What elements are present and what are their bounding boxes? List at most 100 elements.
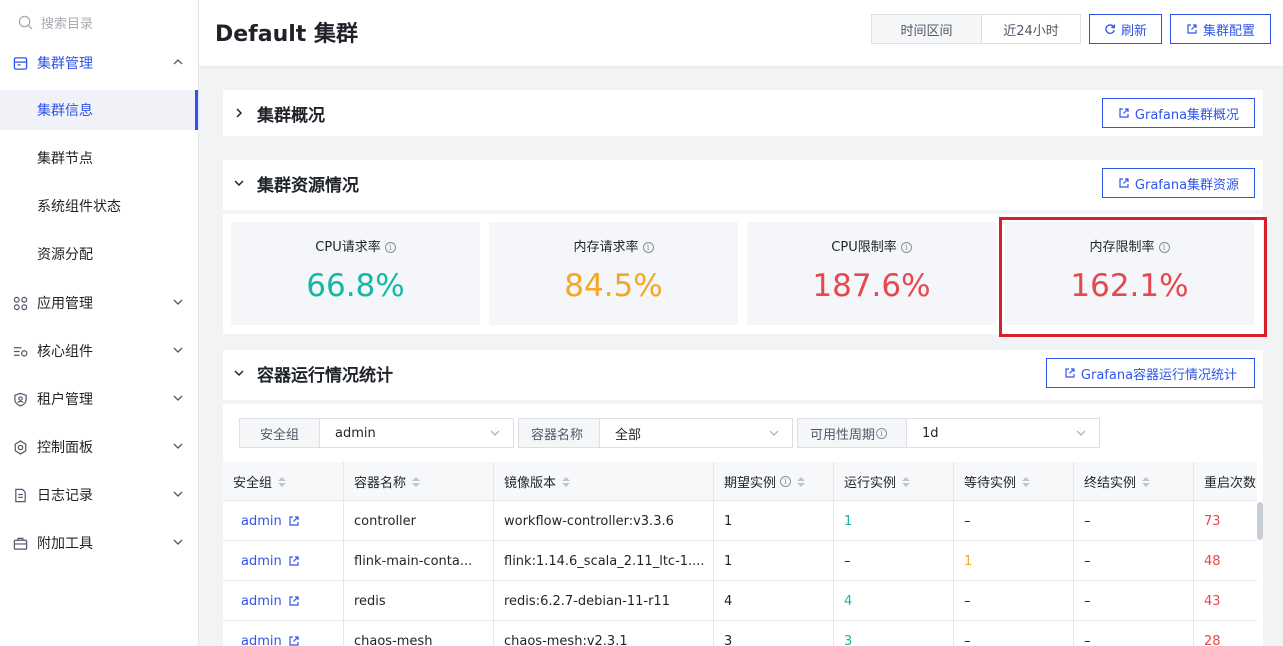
nav-group-label: 核心组件 [37,344,93,360]
log-icon [12,487,28,503]
chevron-up-icon [173,59,183,65]
overview-title: 集群概况 [257,105,325,126]
column-header-running-instances[interactable]: 运行实例 [834,462,954,501]
chevron-right-icon [233,106,247,120]
chevron-down-icon [173,395,183,401]
nav-group-label: 附加工具 [37,536,93,552]
page-header: Default 集群 时间区间 近24小时 刷新 集群配置 [199,0,1283,66]
column-header-container-name[interactable]: 容器名称 [344,462,494,501]
nav-group-control-panel[interactable]: 控制面板 [0,423,198,471]
sort-icon[interactable] [797,476,806,487]
page-title: Default 集群 [215,22,358,47]
table-header: 安全组 容器名称 镜像版本 期望实例 i 运行实例 等待实例 终结实例 重启次数 [223,462,1257,501]
column-header-image-version[interactable]: 镜像版本 [494,462,714,501]
filter-label: 容器名称 [519,419,600,447]
sidebar-item-label: 集群节点 [37,151,93,167]
section-divider [223,210,1263,214]
cluster-config-label: 集群配置 [1202,23,1255,39]
filter-value: 全部 [615,427,642,443]
security-group-link[interactable]: admin [223,541,344,581]
chevron-down-icon [173,539,183,545]
info-icon[interactable]: i [642,242,654,253]
column-header-restart-count[interactable]: 重启次数 [1194,462,1257,501]
table-scrollbar[interactable] [1257,502,1263,646]
link-text: admin [241,593,282,609]
time-range-picker[interactable]: 时间区间 近24小时 [871,14,1081,44]
nav-group-label: 控制面板 [37,440,93,456]
nav-group-label: 集群管理 [37,56,93,72]
time-range-label: 时间区间 [872,15,982,43]
nav-group-extra-tools[interactable]: 附加工具 [0,519,198,567]
metric-label-text: 内存请求率 [573,240,639,255]
filter-value: admin [335,425,376,441]
nav-group-app-management[interactable]: 应用管理 [0,279,198,327]
nav-group-tenant-management[interactable]: 租户管理 [0,375,198,423]
cell-pending: 1 [954,541,1074,581]
cell-running: 1 [834,501,954,541]
grafana-containers-button[interactable]: Grafana容器运行情况统计 [1046,358,1255,388]
table-row: admin redis redis:6.2.7-debian-11-r11 4 … [223,581,1257,621]
nav-group-cluster-management[interactable]: 集群管理 [0,39,198,87]
chevron-down-icon [173,347,183,353]
filter-availability-period[interactable]: 可用性周期 i 1d [797,418,1100,448]
info-icon[interactable]: i [780,476,792,487]
column-header-desired-instances[interactable]: 期望实例 i [714,462,834,501]
refresh-button[interactable]: 刷新 [1089,14,1162,44]
nav-group-label: 应用管理 [37,296,93,312]
filter-security-group[interactable]: 安全组 admin [239,418,514,448]
search-icon [18,15,33,30]
refresh-icon [1105,24,1116,34]
info-icon[interactable]: i [1158,242,1170,253]
metric-label-text: CPU请求率 [315,240,381,255]
filter-container-name[interactable]: 容器名称 全部 [518,418,793,448]
grafana-overview-button[interactable]: Grafana集群概况 [1102,98,1255,128]
tenant-icon [12,391,28,407]
sidebar-item-cluster-info[interactable]: 集群信息 [0,90,198,130]
sort-icon[interactable] [278,476,287,487]
security-group-link[interactable]: admin [223,621,344,646]
time-range-value[interactable]: 近24小时 [982,15,1080,43]
refresh-label: 刷新 [1120,23,1147,39]
info-icon[interactable]: i [876,427,888,439]
sidebar-search[interactable]: 搜索目录 [18,12,93,32]
sort-icon[interactable] [1022,476,1031,487]
filter-select[interactable]: 1d [907,419,1099,447]
sort-icon[interactable] [1142,476,1151,487]
cell-pending: – [954,501,1074,541]
sidebar-item-cluster-nodes[interactable]: 集群节点 [0,138,198,178]
scrollbar-thumb[interactable] [1257,502,1263,540]
column-header-terminated-instances[interactable]: 终结实例 [1074,462,1194,501]
cell-image-version: flink:1.14.6_scala_2.11_ltc-1.... [494,541,714,581]
metric-value: 187.6% [812,268,931,304]
filter-select[interactable]: admin [320,419,513,447]
chevron-down-icon [233,366,247,380]
grafana-resources-button[interactable]: Grafana集群资源 [1102,168,1255,198]
nav-group-log-records[interactable]: 日志记录 [0,471,198,519]
cluster-icon [12,55,28,71]
metric-label-text: CPU限制率 [831,240,897,255]
grafana-containers-label: Grafana容器运行情况统计 [1080,367,1238,383]
header-label: 运行实例 [844,476,897,491]
chevron-down-icon [233,176,247,190]
cell-pending: – [954,581,1074,621]
external-link-icon [289,556,299,566]
column-header-security-group[interactable]: 安全组 [223,462,344,501]
nav-group-core-components[interactable]: 核心组件 [0,327,198,375]
sidebar-item-system-components[interactable]: 系统组件状态 [0,186,198,226]
chevron-down-icon [769,430,779,436]
sort-icon[interactable] [412,476,421,487]
security-group-link[interactable]: admin [223,501,344,541]
column-header-pending-instances[interactable]: 等待实例 [954,462,1074,501]
metric-label-text: 内存限制率 [1089,240,1155,255]
security-group-link[interactable]: admin [223,581,344,621]
info-icon[interactable]: i [900,242,912,253]
sort-icon[interactable] [562,476,571,487]
cluster-config-button[interactable]: 集群配置 [1170,14,1271,44]
info-icon[interactable]: i [384,242,396,253]
gear-icon [12,439,28,455]
sidebar-item-resource-allocation[interactable]: 资源分配 [0,234,198,274]
cell-container-name: chaos-mesh [344,621,494,646]
filter-select[interactable]: 全部 [600,419,792,447]
external-link-icon [1187,24,1197,34]
sort-icon[interactable] [902,476,911,487]
